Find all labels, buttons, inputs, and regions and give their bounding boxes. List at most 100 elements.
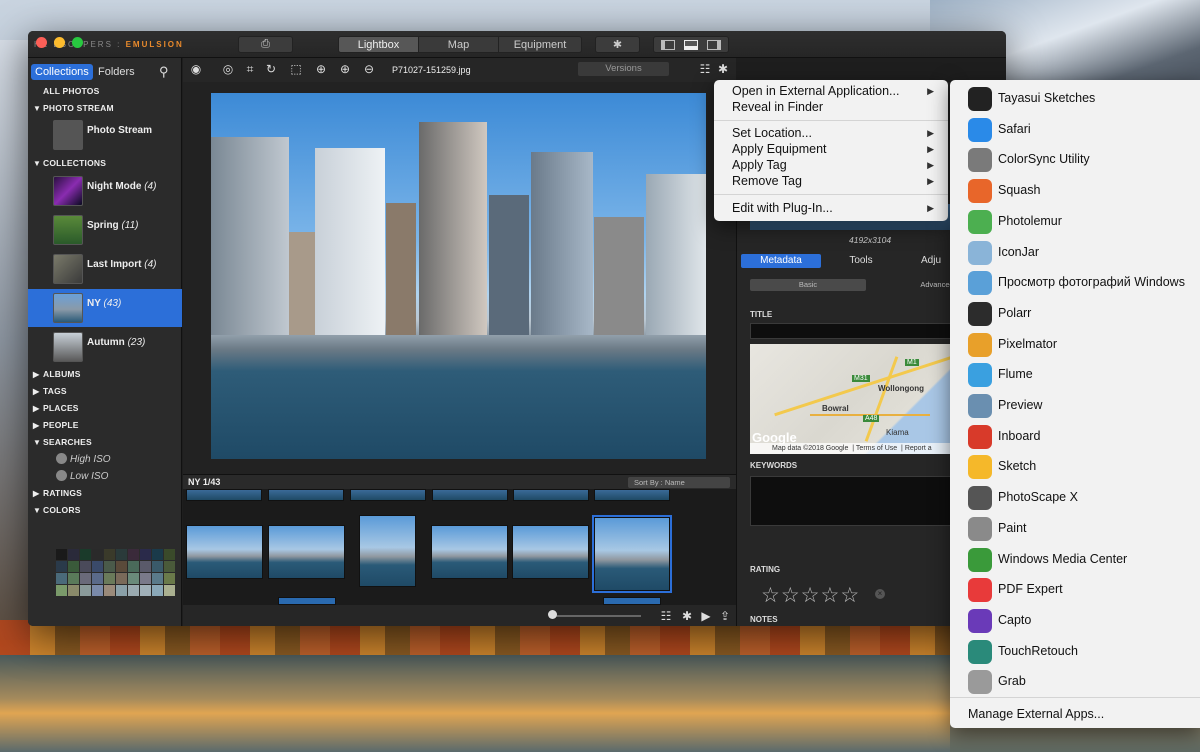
terms-link[interactable]: Terms of Use (856, 445, 897, 452)
color-swatch[interactable] (116, 573, 127, 584)
app-item-squash[interactable]: Squash (968, 179, 1198, 204)
star-icon[interactable]: ☆ (761, 584, 781, 607)
menu-remove-tag[interactable]: Remove Tag ▶ (732, 173, 942, 189)
location-map[interactable]: Bowral Wollongong Kiama M31 M1 A48 Googl… (750, 344, 960, 454)
color-swatch[interactable] (152, 573, 163, 584)
searches-header[interactable]: ▼ SEARCHES (33, 437, 92, 447)
color-swatch[interactable] (80, 549, 91, 560)
settings-button[interactable]: ✱ (595, 36, 640, 53)
slideshow-icon[interactable]: ▶ (699, 609, 713, 623)
app-item-inboard[interactable]: Inboard (968, 424, 1198, 449)
app-item-sketch[interactable]: Sketch (968, 455, 1198, 480)
color-swatch[interactable] (104, 585, 115, 596)
collection-last-import[interactable]: Last Import (4) (28, 250, 182, 288)
app-item-photoscape[interactable]: PhotoScape X (968, 486, 1198, 511)
filmstrip-thumbnail[interactable] (186, 525, 263, 579)
search-high-iso[interactable]: High ISO (56, 453, 111, 465)
title-field[interactable] (750, 323, 960, 339)
collection-night-mode[interactable]: Night Mode (4) (28, 172, 182, 210)
straighten-icon[interactable]: ⬚ (289, 62, 303, 76)
color-swatch[interactable] (140, 549, 151, 560)
app-item-grab[interactable]: Grab (968, 670, 1198, 695)
places-header[interactable]: ▶ PLACES (33, 403, 79, 413)
sort-select[interactable]: Sort By : Name (628, 477, 730, 488)
search-low-iso[interactable]: Low ISO (56, 470, 108, 482)
tab-lightbox[interactable]: Lightbox (339, 37, 419, 52)
filmstrip-thumbnail[interactable] (603, 597, 661, 605)
app-item-pixelmator[interactable]: Pixelmator (968, 332, 1198, 357)
app-item-paint[interactable]: Paint (968, 516, 1198, 541)
app-item-safari[interactable]: Safari (968, 117, 1198, 142)
report-link[interactable]: Report a (905, 445, 932, 452)
share-icon[interactable]: ⇪ (718, 609, 732, 623)
color-swatch[interactable] (56, 561, 67, 572)
color-swatch[interactable] (104, 573, 115, 584)
filmstrip-thumbnail[interactable] (350, 489, 426, 501)
filmstrip-thumbnail[interactable] (278, 597, 336, 605)
clear-rating-icon[interactable]: × (875, 589, 885, 599)
filmstrip-thumbnail[interactable] (594, 489, 670, 501)
filmstrip-thumbnail[interactable] (513, 489, 589, 501)
app-item-windows-photo[interactable]: Просмотр фотографий Windows (968, 271, 1198, 296)
rotate-icon[interactable]: ↻ (264, 62, 278, 76)
crop-icon[interactable]: ⌗ (243, 62, 257, 76)
target-icon[interactable]: ◎ (221, 62, 235, 76)
color-swatch[interactable] (116, 549, 127, 560)
close-window-button[interactable] (36, 37, 47, 48)
app-item-preview[interactable]: Preview (968, 394, 1198, 418)
color-swatch[interactable] (140, 561, 151, 572)
left-panel-icon[interactable] (660, 39, 675, 50)
app-item-colorsync[interactable]: ColorSync Utility (968, 148, 1198, 173)
tab-metadata[interactable]: Metadata (741, 254, 821, 268)
app-item-touchretouch[interactable]: TouchRetouch (968, 639, 1198, 664)
tab-adjustments[interactable]: Adju (901, 254, 941, 268)
main-photo[interactable] (211, 93, 706, 459)
filmstrip-thumbnail[interactable] (432, 489, 508, 501)
app-item-photolemur[interactable]: Photolemur (968, 209, 1198, 234)
color-swatch[interactable] (56, 573, 67, 584)
color-swatch[interactable] (152, 585, 163, 596)
collection-spring[interactable]: Spring (11) (28, 211, 182, 249)
filmstrip-thumbnail[interactable] (512, 525, 589, 579)
filmstrip-thumbnail[interactable] (186, 489, 262, 501)
color-swatch[interactable] (128, 573, 139, 584)
adjustments-icon[interactable]: ☷ (659, 609, 673, 623)
color-swatch[interactable] (140, 585, 151, 596)
import-button[interactable]: ⎙ (238, 36, 293, 53)
app-item-iconjar[interactable]: IconJar (968, 240, 1198, 265)
zoom-window-button[interactable] (72, 37, 83, 48)
color-swatch[interactable] (104, 561, 115, 572)
people-header[interactable]: ▶ PEOPLE (33, 420, 79, 430)
color-swatch[interactable] (116, 585, 127, 596)
albums-header[interactable]: ▶ ALBUMS (33, 369, 81, 379)
star-icon[interactable]: ☆ (781, 584, 801, 607)
tags-header[interactable]: ▶ TAGS (33, 386, 67, 396)
color-swatch[interactable] (116, 561, 127, 572)
menu-apply-tag[interactable]: Apply Tag ▶ (732, 157, 942, 173)
menu-apply-equipment[interactable]: Apply Equipment ▶ (732, 141, 942, 157)
zoom-in-icon[interactable]: ⊕ (338, 62, 352, 76)
app-item-media-center[interactable]: Windows Media Center (968, 547, 1198, 572)
tab-folders[interactable]: Folders (94, 64, 139, 80)
gear-icon[interactable]: ✱ (716, 62, 730, 76)
app-item-capto[interactable]: Capto (968, 608, 1198, 633)
color-swatch[interactable] (164, 549, 175, 560)
keywords-field[interactable] (750, 476, 960, 526)
color-swatch[interactable] (164, 585, 175, 596)
color-swatch[interactable] (68, 561, 79, 572)
color-swatch[interactable] (56, 585, 67, 596)
collection-ny[interactable]: NY (43) (28, 289, 182, 327)
star-icon[interactable]: ☆ (820, 584, 840, 607)
adjustments-icon[interactable]: ☷ (698, 62, 712, 76)
bottom-panel-icon[interactable] (683, 39, 698, 50)
collections-header[interactable]: ▼ COLLECTIONS (33, 158, 106, 168)
versions-button[interactable]: Versions (578, 62, 669, 76)
zoom-fit-icon[interactable]: ⊕ (314, 62, 328, 76)
menu-set-location[interactable]: Set Location... ▶ (732, 125, 942, 141)
filmstrip-thumbnail[interactable] (592, 515, 672, 593)
color-swatch[interactable] (68, 573, 79, 584)
app-item-polarr[interactable]: Polarr (968, 301, 1198, 326)
tab-collections[interactable]: Collections (31, 64, 93, 80)
color-swatch[interactable] (80, 585, 91, 596)
zoom-out-icon[interactable]: ⊖ (362, 62, 376, 76)
